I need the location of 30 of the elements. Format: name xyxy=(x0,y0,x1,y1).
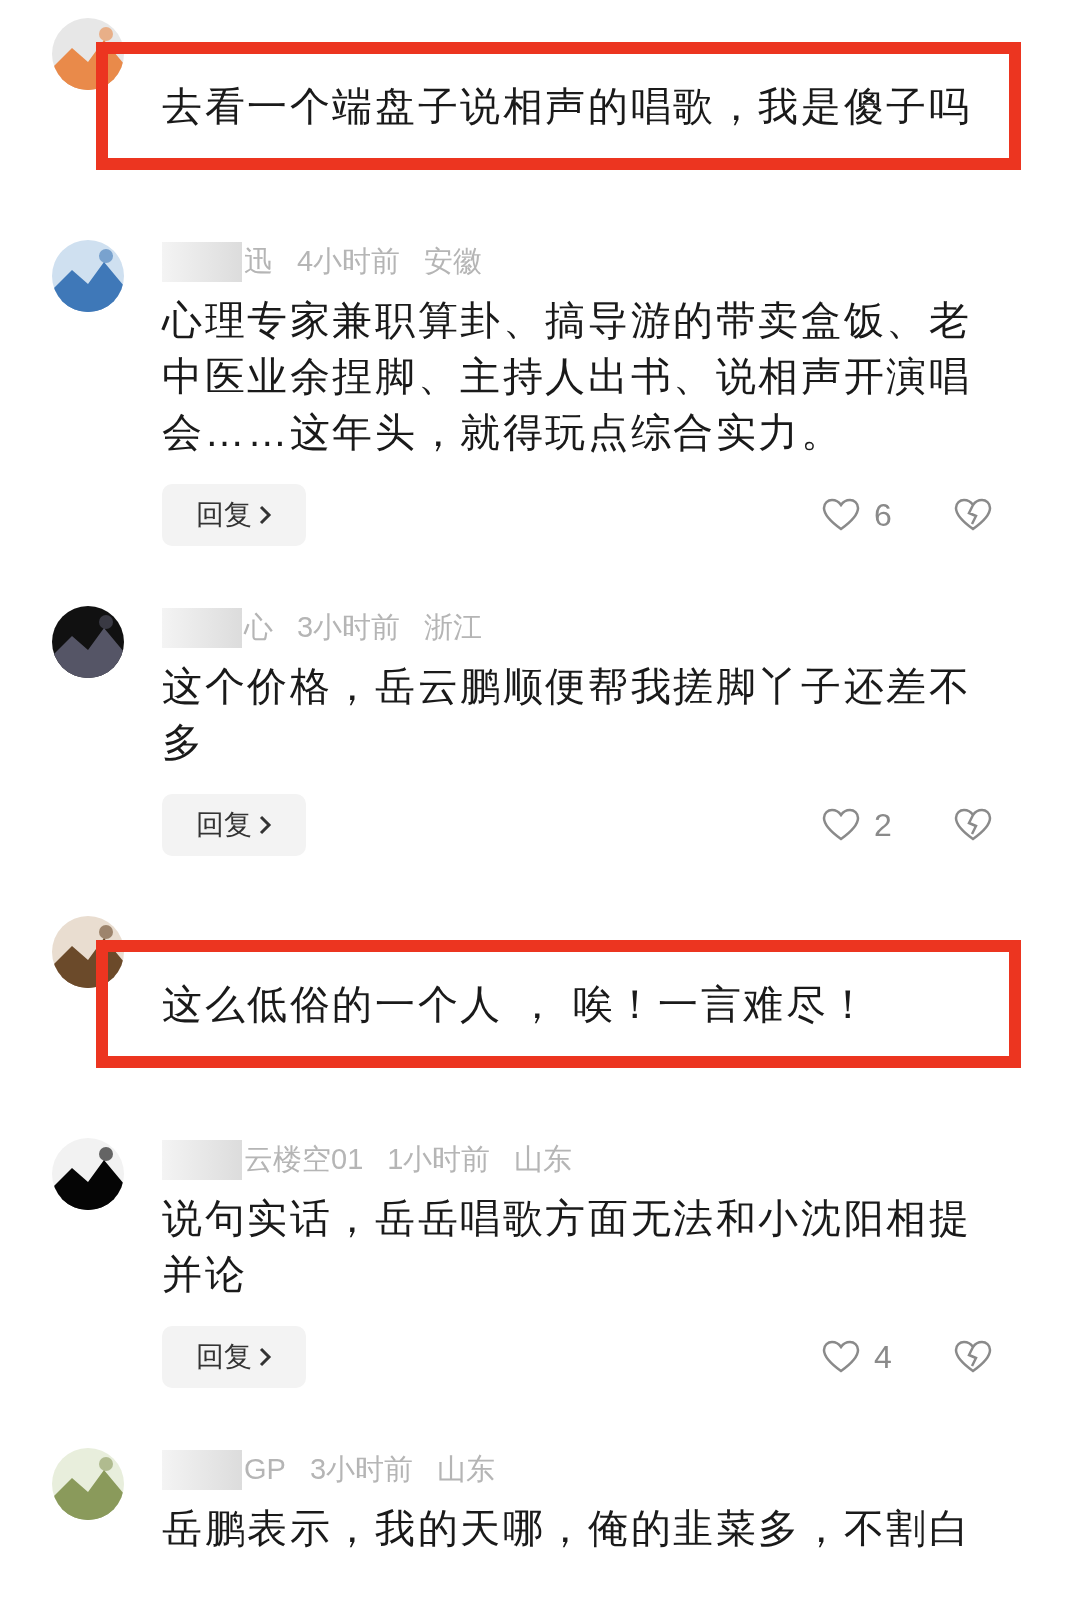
username: 云楼空01 xyxy=(244,1142,364,1178)
comment-time: 3小时前 xyxy=(297,610,401,646)
comment-location: 浙江 xyxy=(424,610,483,646)
username: GP xyxy=(244,1452,286,1488)
broken-heart-icon[interactable] xyxy=(954,1340,992,1374)
heart-icon xyxy=(822,1340,860,1374)
reply-button[interactable]: 回复 xyxy=(162,1326,306,1388)
chevron-right-icon xyxy=(258,814,272,836)
comment-time: 3小时前 xyxy=(309,1452,414,1488)
heart-icon xyxy=(822,808,860,842)
reply-button[interactable]: 回复 xyxy=(162,794,306,856)
heart-icon xyxy=(822,498,860,532)
comment-location: 山东 xyxy=(514,1142,573,1178)
comment-time: 4小时前 xyxy=(297,244,401,280)
username: 心 xyxy=(244,610,273,646)
chevron-right-icon xyxy=(258,1346,272,1368)
comment-time: 1小时前 xyxy=(387,1142,491,1178)
reply-button[interactable]: 回复 xyxy=(162,484,306,546)
chevron-right-icon xyxy=(258,504,272,526)
comment-text: 心理专家兼职算卦、搞导游的带卖盒饭、老中医业余捏脚、主持人出书、说相声开演唱会……这年头，就得玩点综合实力。 xyxy=(162,297,973,456)
comment-text: 去看一个端盘子说相声的唱歌，我是傻子吗 xyxy=(162,83,973,130)
comment-text: 岳鹏表示，我的天哪，俺的韭菜多，不割白 xyxy=(162,1505,973,1552)
comment-location: 山东 xyxy=(437,1452,496,1488)
comment-text: 这么低俗的一个人 ， 唉！一言难尽！ xyxy=(162,981,873,1028)
comment-text: 这个价格，岳云鹏顺便帮我搓脚丫子还差不多 xyxy=(162,663,973,766)
comment-location: 安徽 xyxy=(424,244,483,280)
comment-text: 说句实话，岳岳唱歌方面无法和小沈阳相提并论 xyxy=(162,1195,973,1298)
username: 迅 xyxy=(244,244,273,280)
broken-heart-icon[interactable] xyxy=(954,498,992,532)
broken-heart-icon[interactable] xyxy=(954,808,992,842)
